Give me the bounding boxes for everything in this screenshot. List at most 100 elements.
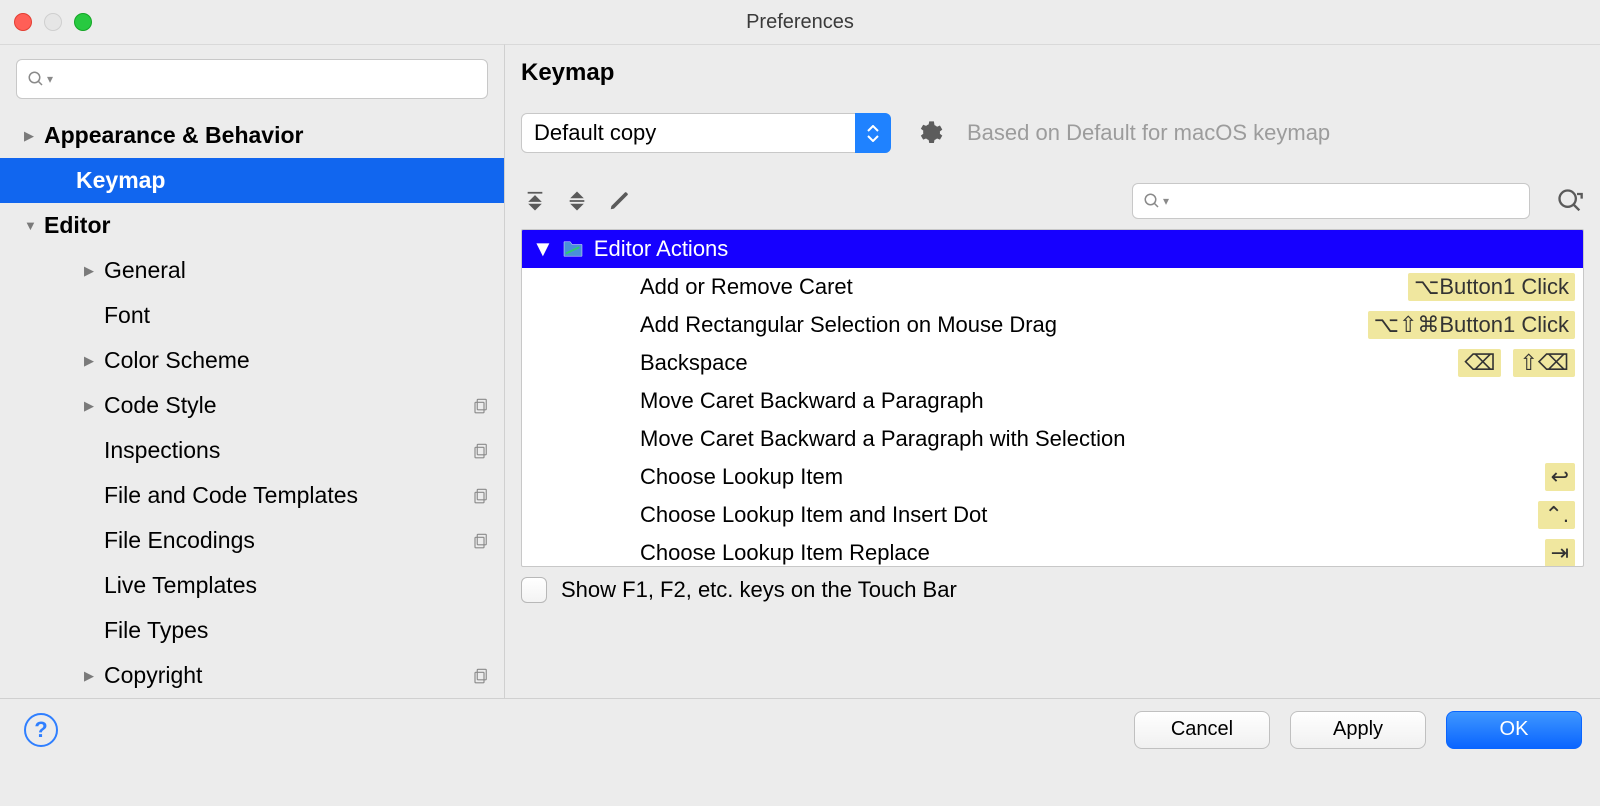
sidebar-item-file-encodings[interactable]: File Encodings xyxy=(0,518,504,563)
action-shortcuts: ⌥⇧⌘Button1 Click xyxy=(1368,311,1575,339)
sidebar-item-label: Color Scheme xyxy=(104,347,490,374)
scheme-copy-icon xyxy=(472,487,490,505)
chevron-right-icon: ▶ xyxy=(24,128,40,144)
chevron-down-icon: ▼ xyxy=(24,218,40,234)
sidebar-search-input[interactable]: ▾ xyxy=(16,59,488,99)
sidebar-item-live-templates[interactable]: Live Templates xyxy=(0,563,504,608)
window-controls xyxy=(14,13,92,31)
expand-all-icon[interactable] xyxy=(521,187,549,215)
based-on-label: Based on Default for macOS keymap xyxy=(967,120,1330,146)
chevron-right-icon: ▶ xyxy=(84,263,100,279)
action-row[interactable]: Add Rectangular Selection on Mouse Drag⌥… xyxy=(522,306,1583,344)
sidebar-item-appearance-behavior[interactable]: ▶Appearance & Behavior xyxy=(0,113,504,158)
shortcut-badge: ⇥ xyxy=(1545,539,1575,567)
window-title: Preferences xyxy=(0,11,1600,34)
sidebar-item-label: Inspections xyxy=(104,437,472,464)
keymap-selector-row: Default copy Based on Default for macOS … xyxy=(505,97,1600,175)
search-history-chevron-icon: ▾ xyxy=(47,72,53,86)
sidebar-item-file-and-code-templates[interactable]: File and Code Templates xyxy=(0,473,504,518)
shortcut-badge: ⇧⌫ xyxy=(1513,349,1575,377)
action-shortcuts: ⌃. xyxy=(1538,501,1575,529)
action-row[interactable]: Move Caret Backward a Paragraph with Sel… xyxy=(522,420,1583,458)
sidebar-item-color-scheme[interactable]: ▶Color Scheme xyxy=(0,338,504,383)
sidebar-tree: ▶Appearance & BehaviorKeymap▼Editor▶Gene… xyxy=(0,113,504,698)
close-window-button[interactable] xyxy=(14,13,32,31)
sidebar-item-keymap[interactable]: Keymap xyxy=(0,158,504,203)
action-name: Move Caret Backward a Paragraph xyxy=(640,388,1575,414)
zoom-window-button[interactable] xyxy=(74,13,92,31)
chevron-right-icon: ▶ xyxy=(84,668,100,684)
scheme-copy-icon xyxy=(472,397,490,415)
actions-toolbar: ▾ xyxy=(505,175,1600,229)
shortcut-badge: ⌥Button1 Click xyxy=(1408,273,1575,301)
titlebar: Preferences xyxy=(0,0,1600,44)
ok-button[interactable]: OK xyxy=(1446,711,1582,749)
sidebar-item-label: Copyright xyxy=(104,662,472,689)
action-shortcuts: ↩ xyxy=(1545,463,1575,491)
action-row[interactable]: Choose Lookup Item↩ xyxy=(522,458,1583,496)
actions-tree-header[interactable]: ▼ Editor Actions xyxy=(522,230,1583,268)
chevron-right-icon: ▶ xyxy=(84,398,100,414)
find-by-shortcut-icon[interactable] xyxy=(1556,187,1584,215)
sidebar-item-label: Editor xyxy=(44,212,490,239)
folder-icon xyxy=(562,240,584,258)
shortcut-badge: ↩ xyxy=(1545,463,1575,491)
sidebar-item-label: File Encodings xyxy=(104,527,472,554)
help-button[interactable]: ? xyxy=(24,713,58,747)
sidebar-item-editor[interactable]: ▼Editor xyxy=(0,203,504,248)
scheme-copy-icon xyxy=(472,532,490,550)
action-name: Backspace xyxy=(640,350,1458,376)
action-row[interactable]: Move Caret Backward a Paragraph xyxy=(522,382,1583,420)
sidebar-item-file-types[interactable]: File Types xyxy=(0,608,504,653)
sidebar-item-inspections[interactable]: Inspections xyxy=(0,428,504,473)
actions-search-input[interactable]: ▾ xyxy=(1132,183,1530,219)
actions-tree-header-label: Editor Actions xyxy=(594,236,729,262)
action-row[interactable]: Backspace⌫ ⇧⌫ xyxy=(522,344,1583,382)
action-name: Move Caret Backward a Paragraph with Sel… xyxy=(640,426,1575,452)
scheme-copy-icon xyxy=(472,442,490,460)
shortcut-badge: ⌫ xyxy=(1458,349,1501,377)
main-panel: Keymap Default copy Based on Default for… xyxy=(505,44,1600,698)
action-shortcuts: ⌫ ⇧⌫ xyxy=(1458,349,1575,377)
panel-title: Keymap xyxy=(505,45,1600,97)
sidebar-item-label: Appearance & Behavior xyxy=(44,122,490,149)
chevron-down-icon: ▼ xyxy=(532,236,554,262)
apply-button[interactable]: Apply xyxy=(1290,711,1426,749)
edit-pencil-icon[interactable] xyxy=(605,187,633,215)
keymap-select-value: Default copy xyxy=(534,120,656,146)
minimize-window-button[interactable] xyxy=(44,13,62,31)
touchbar-checkbox-row: Show F1, F2, etc. keys on the Touch Bar xyxy=(521,577,1584,603)
actions-tree[interactable]: ▼ Editor Actions Add or Remove Caret⌥But… xyxy=(521,229,1584,567)
sidebar-item-label: General xyxy=(104,257,490,284)
sidebar-item-font[interactable]: Font xyxy=(0,293,504,338)
action-shortcuts: ⇥ xyxy=(1545,539,1575,567)
sidebar-item-label: Keymap xyxy=(76,167,490,194)
shortcut-badge: ⌥⇧⌘Button1 Click xyxy=(1368,311,1575,339)
sidebar-item-label: Code Style xyxy=(104,392,472,419)
action-row[interactable]: Add or Remove Caret⌥Button1 Click xyxy=(522,268,1583,306)
action-name: Add or Remove Caret xyxy=(640,274,1408,300)
sidebar-item-code-style[interactable]: ▶Code Style xyxy=(0,383,504,428)
sidebar-item-label: Live Templates xyxy=(104,572,490,599)
sidebar-item-label: File and Code Templates xyxy=(104,482,472,509)
action-name: Add Rectangular Selection on Mouse Drag xyxy=(640,312,1368,338)
keymap-select[interactable]: Default copy xyxy=(521,113,891,153)
chevron-right-icon: ▶ xyxy=(84,353,100,369)
action-row[interactable]: Choose Lookup Item Replace⇥ xyxy=(522,534,1583,567)
select-arrows-icon xyxy=(855,113,891,153)
sidebar-search-wrap: ▾ xyxy=(16,59,488,99)
sidebar-item-copyright[interactable]: ▶Copyright xyxy=(0,653,504,698)
search-icon xyxy=(1143,192,1161,210)
sidebar-item-label: File Types xyxy=(104,617,490,644)
bottom-bar: ? Cancel Apply OK xyxy=(0,698,1600,760)
action-name: Choose Lookup Item Replace xyxy=(640,540,1545,566)
collapse-all-icon[interactable] xyxy=(563,187,591,215)
cancel-button[interactable]: Cancel xyxy=(1134,711,1270,749)
scheme-copy-icon xyxy=(472,667,490,685)
sidebar-item-general[interactable]: ▶General xyxy=(0,248,504,293)
touchbar-checkbox[interactable] xyxy=(521,577,547,603)
action-name: Choose Lookup Item xyxy=(640,464,1545,490)
action-row[interactable]: Choose Lookup Item and Insert Dot⌃. xyxy=(522,496,1583,534)
touchbar-checkbox-label: Show F1, F2, etc. keys on the Touch Bar xyxy=(561,577,957,603)
gear-icon[interactable] xyxy=(915,119,943,147)
